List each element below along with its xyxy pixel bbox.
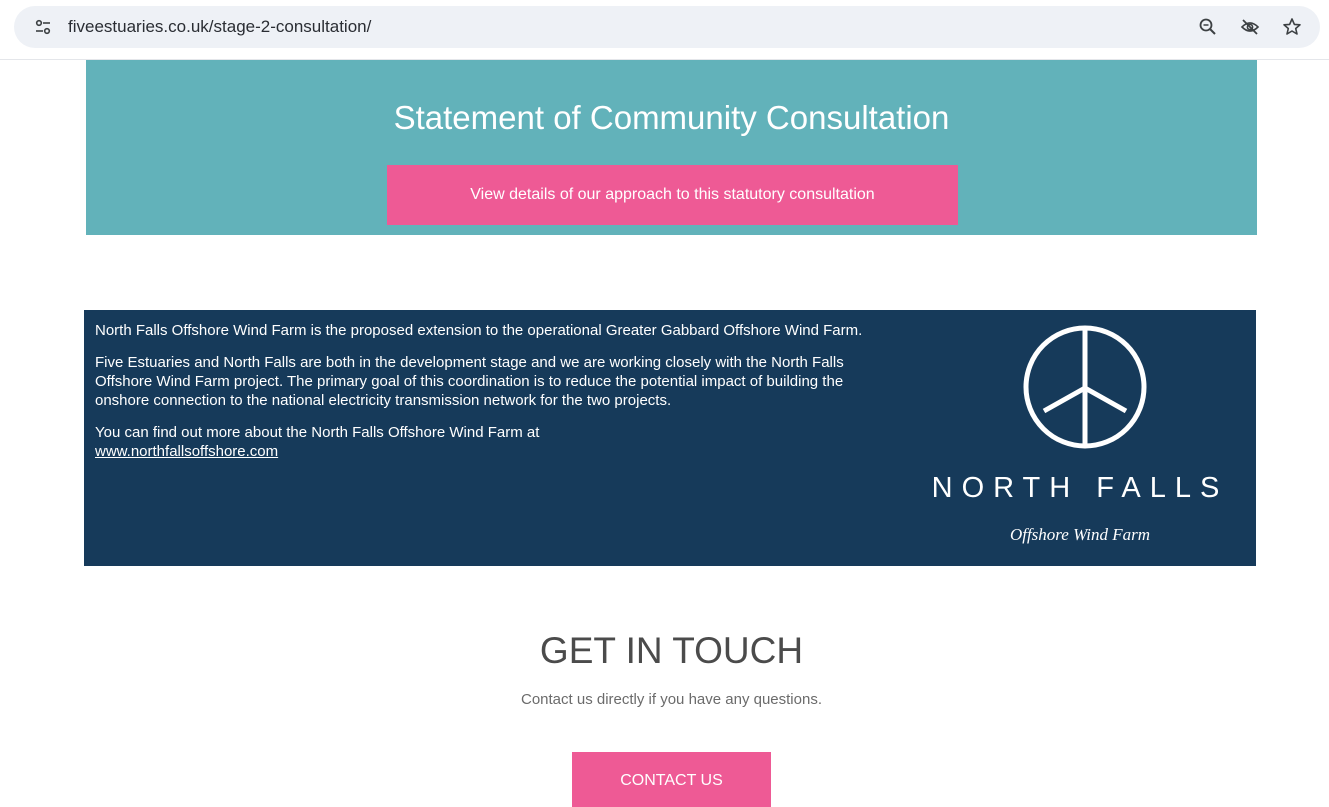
- north-falls-paragraph: North Falls Offshore Wind Farm is the pr…: [95, 322, 863, 339]
- eye-slash-icon[interactable]: [1240, 17, 1260, 37]
- north-falls-link-intro: You can find out more about the North Fa…: [95, 424, 540, 441]
- get-in-touch-heading: GET IN TOUCH: [539, 630, 804, 671]
- contact-us-button[interactable]: CONTACT US: [572, 752, 771, 807]
- address-bar[interactable]: fiveestuaries.co.uk/stage-2-consultation…: [14, 6, 1320, 48]
- zoom-icon[interactable]: [1198, 17, 1218, 37]
- view-consultation-details-button[interactable]: View details of our approach to this sta…: [387, 165, 958, 225]
- north-falls-text: North Falls Offshore Wind Farm is the pr…: [95, 321, 895, 461]
- consultation-banner: Statement of Community Consultation View…: [86, 60, 1257, 235]
- north-falls-paragraph: You can find out more about the North Fa…: [95, 423, 895, 461]
- consultation-title: Statement of Community Consultation: [393, 99, 950, 136]
- site-settings-icon[interactable]: [34, 18, 52, 36]
- north-falls-logo-text: NORTH FALLS: [931, 472, 1229, 504]
- bookmark-star-icon[interactable]: [1282, 17, 1302, 37]
- wind-turbine-logo-icon: [1023, 325, 1147, 449]
- browser-toolbar: fiveestuaries.co.uk/stage-2-consultation…: [0, 0, 1329, 60]
- get-in-touch-subtitle: Contact us directly if you have any ques…: [521, 691, 822, 708]
- north-falls-panel: North Falls Offshore Wind Farm is the pr…: [84, 310, 1256, 566]
- north-falls-paragraph: Five Estuaries and North Falls are both …: [95, 354, 844, 409]
- url-text[interactable]: fiveestuaries.co.uk/stage-2-consultation…: [68, 16, 371, 38]
- north-falls-website-link[interactable]: www.northfallsoffshore.com: [95, 443, 278, 460]
- north-falls-logo-subtitle: Offshore Wind Farm: [1009, 525, 1151, 544]
